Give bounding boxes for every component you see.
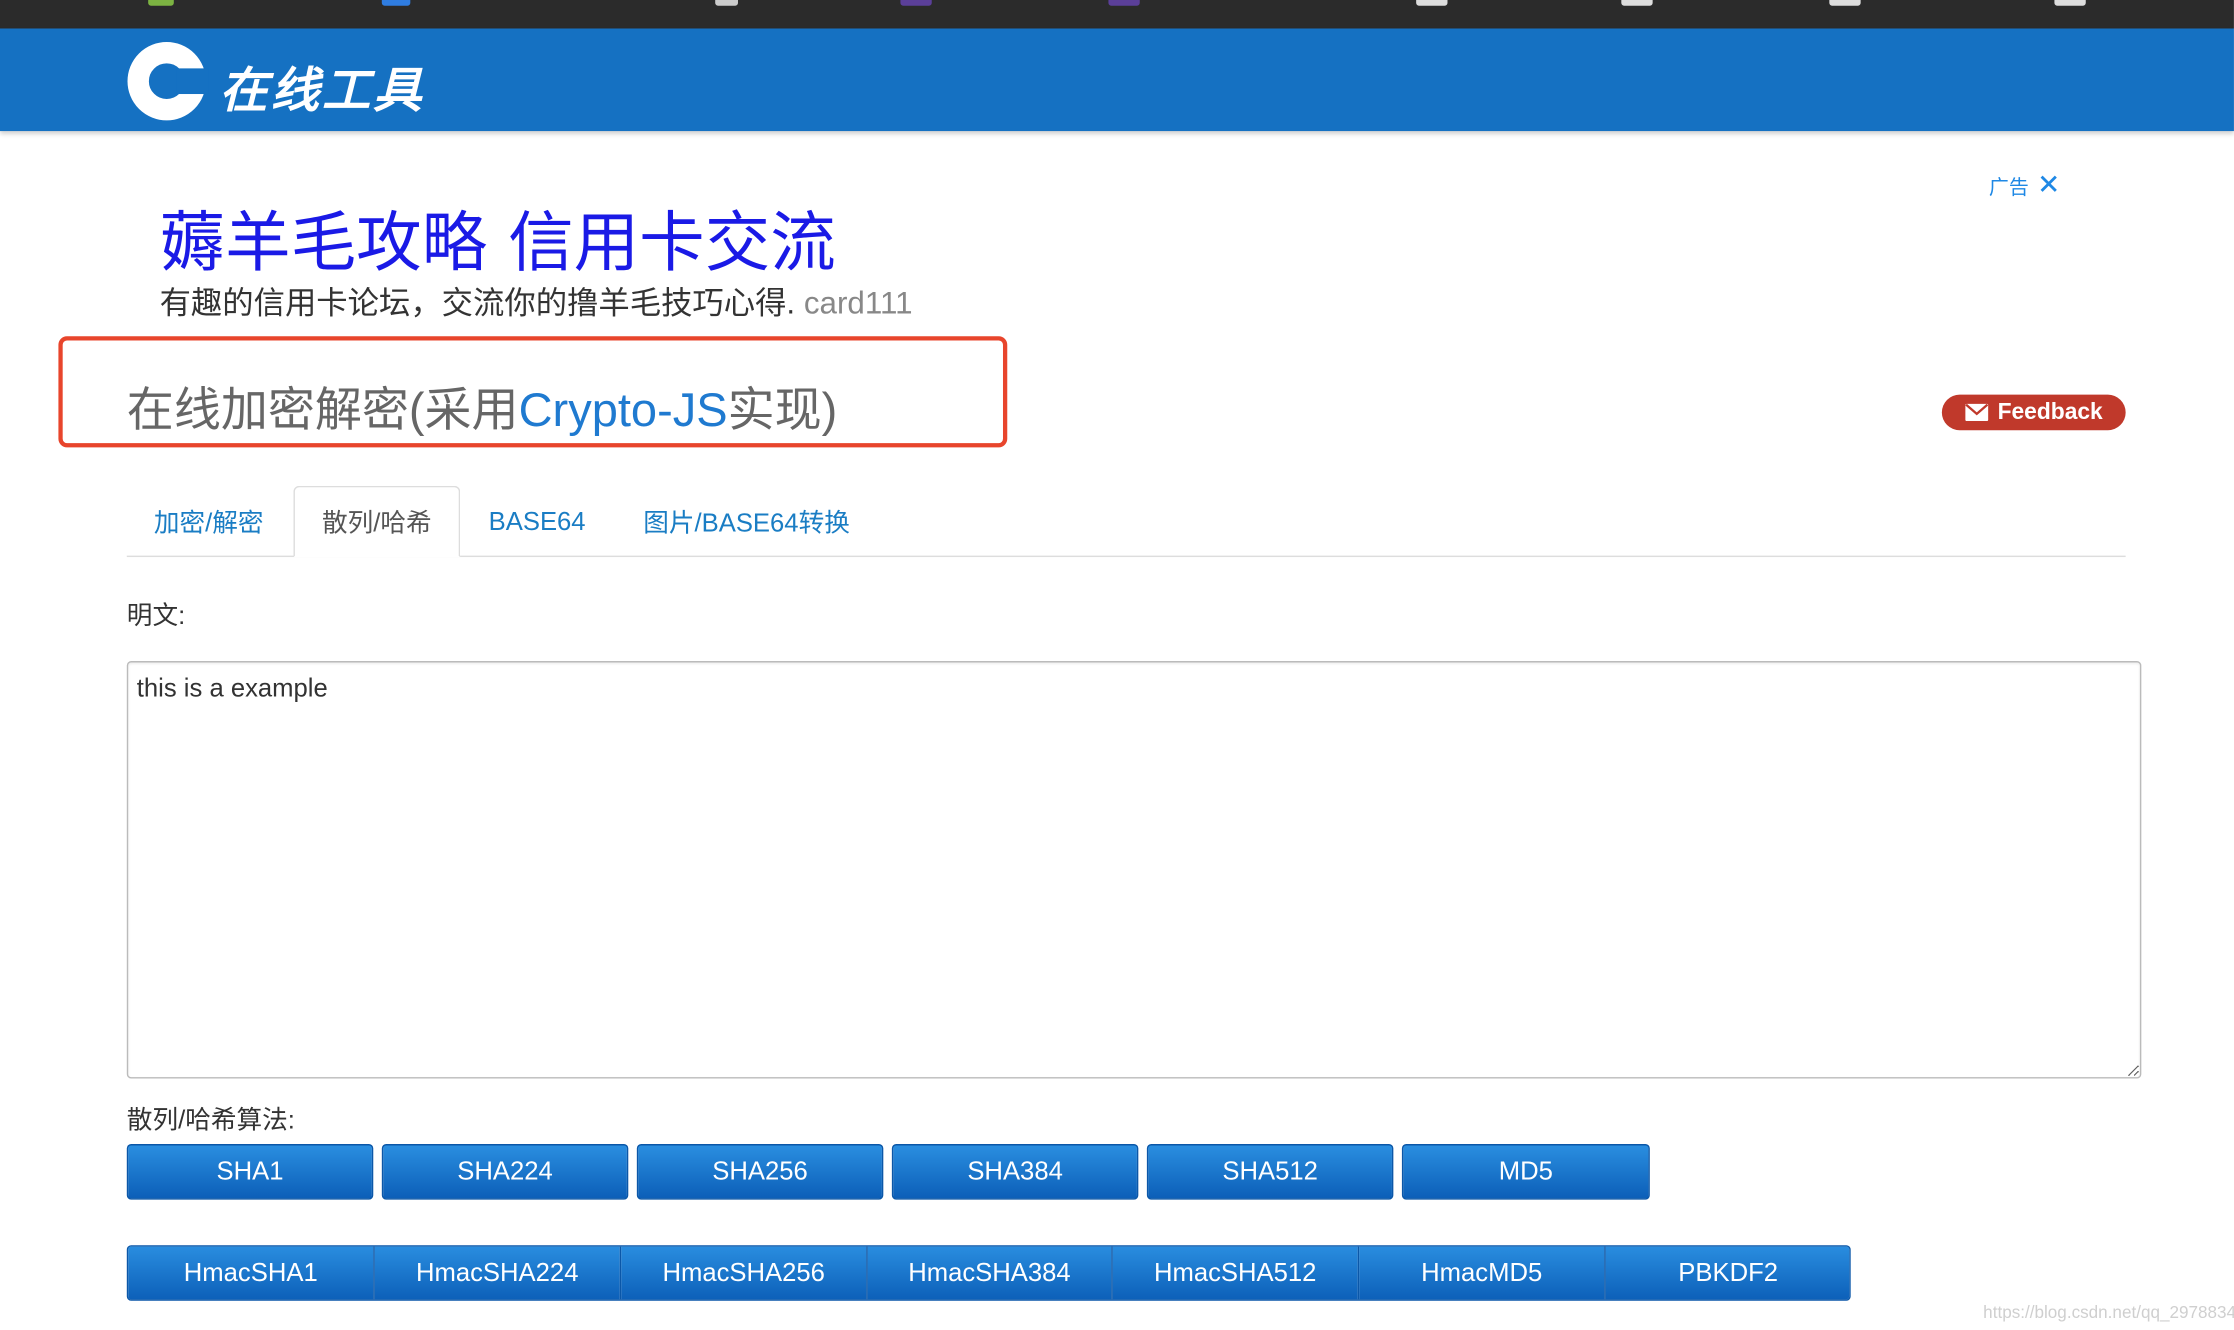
ad-title[interactable]: 薅羊毛攻略 信用卡交流 <box>160 191 836 285</box>
hmac-sha384-button[interactable]: HmacSHA384 <box>866 1246 1112 1300</box>
ad-description-text: 有趣的信用卡论坛，交流你的撸羊毛技巧心得. <box>159 284 796 321</box>
bookmark-icon[interactable] <box>1829 0 1861 6</box>
sha512-button[interactable]: SHA512 <box>1146 1144 1394 1200</box>
site-header: 在线工具 <box>0 28 2234 132</box>
hmac-button-group: HmacSHA1 HmacSHA224 HmacSHA256 HmacSHA38… <box>126 1245 1851 1301</box>
bookmark-icon[interactable] <box>2054 0 2086 6</box>
plaintext-label: 明文: <box>126 601 186 630</box>
crypto-js-link[interactable]: Crypto-JS <box>519 383 728 436</box>
envelope-icon <box>1965 403 1989 421</box>
close-icon[interactable] <box>2039 174 2059 194</box>
tab-image-base64[interactable]: 图片/BASE64转换 <box>617 486 876 557</box>
hmac-md5-button[interactable]: HmacMD5 <box>1357 1246 1605 1300</box>
hmac-sha512-button[interactable]: HmacSHA512 <box>1111 1246 1358 1300</box>
bookmark-icon[interactable] <box>900 0 932 6</box>
hmac-sha224-button[interactable]: HmacSHA224 <box>373 1246 620 1300</box>
bookmark-icon[interactable] <box>148 0 174 6</box>
watermark: https://blog.csdn.net/qq_29788349 <box>1983 1302 2234 1323</box>
sha224-button[interactable]: SHA224 <box>381 1144 629 1200</box>
sha1-button[interactable]: SHA1 <box>126 1144 374 1200</box>
sha256-button[interactable]: SHA256 <box>636 1144 884 1200</box>
bookmark-icon[interactable] <box>381 0 411 6</box>
bookmark-icon[interactable] <box>1108 0 1140 6</box>
tab-base64[interactable]: BASE64 <box>463 486 611 557</box>
md5-button[interactable]: MD5 <box>1401 1144 1650 1200</box>
page-title-prefix: 在线加密解密(采用 <box>126 383 519 436</box>
bookmark-icon[interactable] <box>1416 0 1448 6</box>
hash-algorithm-label: 散列/哈希算法: <box>126 1105 295 1135</box>
page: 在线工具 薅羊毛攻略 信用卡交流 有趣的信用卡论坛，交流你的撸羊毛技巧心得. c… <box>0 0 2234 1327</box>
feedback-label: Feedback <box>1997 399 2103 424</box>
hmac-sha1-button[interactable]: HmacSHA1 <box>128 1246 374 1300</box>
pbkdf2-button[interactable]: PBKDF2 <box>1604 1246 1850 1300</box>
browser-bookmarks-bar <box>0 0 2234 29</box>
ad-description[interactable]: 有趣的信用卡论坛，交流你的撸羊毛技巧心得. card111 <box>160 278 913 324</box>
page-title: 在线加密解密(采用Crypto-JS实现) <box>127 372 838 440</box>
logo-text[interactable]: 在线工具 <box>219 51 424 121</box>
plaintext-input[interactable]: this is a example <box>126 661 2142 1079</box>
logo-icon[interactable] <box>125 40 209 123</box>
bookmark-icon[interactable] <box>715 0 738 6</box>
page-title-suffix: 实现) <box>727 383 838 436</box>
tab-encrypt-decrypt[interactable]: 加密/解密 <box>127 486 291 557</box>
tab-hash[interactable]: 散列/哈希 <box>293 485 461 558</box>
feedback-button[interactable]: Feedback <box>1941 394 2126 431</box>
ad-url: card111 <box>803 284 913 321</box>
hmac-sha256-button[interactable]: HmacSHA256 <box>619 1246 867 1300</box>
ad-label[interactable]: 广告 <box>1989 172 2029 200</box>
sha384-button[interactable]: SHA384 <box>891 1144 1139 1200</box>
bookmark-icon[interactable] <box>1621 0 1653 6</box>
